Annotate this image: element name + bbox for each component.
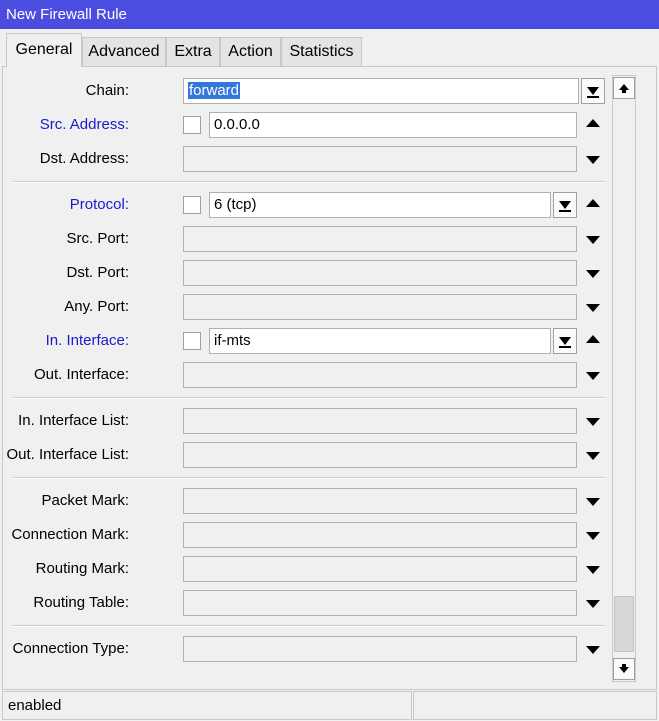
dst-port-field[interactable] — [183, 260, 577, 286]
window-title: New Firewall Rule — [0, 0, 659, 29]
scroll-up-arrow-icon — [619, 84, 629, 93]
chain-field[interactable]: forward — [183, 78, 579, 104]
vertical-scrollbar[interactable] — [612, 75, 636, 682]
connection-type-expand-icon[interactable] — [586, 646, 600, 654]
in-interface-collapse-icon[interactable] — [586, 335, 600, 343]
in-interface-field[interactable]: if-mts — [209, 328, 551, 354]
status-text: enabled — [2, 691, 412, 720]
status-cell-empty — [413, 691, 657, 720]
connection-mark-expand-icon[interactable] — [586, 532, 600, 540]
in-interface-label[interactable]: In. Interface: — [46, 328, 129, 354]
dropdown-arrow-icon — [559, 201, 571, 212]
dst-port-label: Dst. Port: — [66, 264, 129, 281]
src-address-collapse-icon[interactable] — [586, 119, 600, 127]
src-port-label: Src. Port: — [66, 230, 129, 247]
in-interface-list-row: In. Interface List: — [3, 408, 609, 434]
scroll-thumb[interactable] — [614, 596, 634, 652]
in-interface-list-field[interactable] — [183, 408, 577, 434]
dst-port-row: Dst. Port: — [3, 260, 609, 286]
dst-address-row: Dst. Address: — [3, 146, 609, 172]
chain-value: forward — [188, 82, 241, 99]
routing-table-label: Routing Table: — [33, 594, 129, 611]
divider — [13, 625, 605, 627]
dropdown-arrow-icon — [587, 87, 599, 98]
src-port-expand-icon[interactable] — [586, 236, 600, 244]
packet-mark-field[interactable] — [183, 488, 577, 514]
scroll-down-arrow-icon — [619, 664, 629, 673]
src-address-row: Src. Address: 0.0.0.0 — [3, 112, 609, 138]
tab-advanced[interactable]: Advanced — [82, 37, 166, 67]
scroll-up-button[interactable] — [613, 77, 635, 99]
protocol-collapse-icon[interactable] — [586, 199, 600, 207]
connection-mark-row: Connection Mark: — [3, 522, 609, 548]
src-address-negate-checkbox[interactable] — [183, 116, 201, 134]
packet-mark-row: Packet Mark: — [3, 488, 609, 514]
tab-action[interactable]: Action — [220, 37, 281, 67]
status-bar: enabled — [0, 690, 659, 721]
out-interface-list-field[interactable] — [183, 442, 577, 468]
connection-mark-field[interactable] — [183, 522, 577, 548]
dropdown-arrow-icon — [559, 337, 571, 348]
protocol-field[interactable]: 6 (tcp) — [209, 192, 551, 218]
protocol-negate-checkbox[interactable] — [183, 196, 201, 214]
dst-address-field[interactable] — [183, 146, 577, 172]
connection-type-label: Connection Type: — [12, 640, 129, 657]
in-interface-row: In. Interface: if-mts — [3, 328, 609, 354]
in-interface-dropdown-button[interactable] — [553, 328, 577, 354]
tab-general[interactable]: General — [6, 33, 82, 67]
divider — [13, 477, 605, 479]
chain-dropdown-button[interactable] — [581, 78, 605, 104]
in-interface-negate-checkbox[interactable] — [183, 332, 201, 350]
tab-statistics[interactable]: Statistics — [281, 37, 362, 67]
src-address-label[interactable]: Src. Address: — [40, 112, 129, 138]
routing-mark-expand-icon[interactable] — [586, 566, 600, 574]
in-interface-list-expand-icon[interactable] — [586, 418, 600, 426]
connection-type-field[interactable] — [183, 636, 577, 662]
protocol-dropdown-button[interactable] — [553, 192, 577, 218]
routing-mark-field[interactable] — [183, 556, 577, 582]
routing-table-expand-icon[interactable] — [586, 600, 600, 608]
packet-mark-expand-icon[interactable] — [586, 498, 600, 506]
out-interface-list-row: Out. Interface List: — [3, 442, 609, 468]
packet-mark-label: Packet Mark: — [41, 492, 129, 509]
out-interface-row: Out. Interface: — [3, 362, 609, 388]
chain-label: Chain: — [85, 82, 129, 99]
scroll-down-button[interactable] — [613, 658, 635, 680]
any-port-row: Any. Port: — [3, 294, 609, 320]
src-address-field[interactable]: 0.0.0.0 — [209, 112, 577, 138]
out-interface-expand-icon[interactable] — [586, 372, 600, 380]
out-interface-list-expand-icon[interactable] — [586, 452, 600, 460]
divider — [13, 397, 605, 399]
connection-mark-label: Connection Mark: — [11, 526, 129, 543]
protocol-label[interactable]: Protocol: — [70, 192, 129, 218]
out-interface-list-label: Out. Interface List: — [6, 446, 129, 463]
protocol-row: Protocol: 6 (tcp) — [3, 192, 609, 218]
src-port-field[interactable] — [183, 226, 577, 252]
connection-type-row: Connection Type: — [3, 636, 609, 662]
in-interface-list-label: In. Interface List: — [18, 412, 129, 429]
dst-address-label: Dst. Address: — [39, 150, 129, 167]
chain-row: Chain: forward — [3, 78, 609, 104]
divider — [13, 181, 605, 183]
general-panel: Chain: forward Src. Address: 0.0.0.0 Dst… — [2, 66, 657, 690]
tab-bar: General Advanced Extra Action Statistics — [0, 29, 659, 67]
any-port-expand-icon[interactable] — [586, 304, 600, 312]
src-port-row: Src. Port: — [3, 226, 609, 252]
dst-port-expand-icon[interactable] — [586, 270, 600, 278]
routing-table-field[interactable] — [183, 590, 577, 616]
any-port-label: Any. Port: — [64, 298, 129, 315]
routing-table-row: Routing Table: — [3, 590, 609, 616]
out-interface-field[interactable] — [183, 362, 577, 388]
out-interface-label: Out. Interface: — [33, 366, 129, 383]
routing-mark-label: Routing Mark: — [35, 560, 129, 577]
tab-extra[interactable]: Extra — [166, 37, 220, 67]
any-port-field[interactable] — [183, 294, 577, 320]
routing-mark-row: Routing Mark: — [3, 556, 609, 582]
dst-address-expand-icon[interactable] — [586, 156, 600, 164]
